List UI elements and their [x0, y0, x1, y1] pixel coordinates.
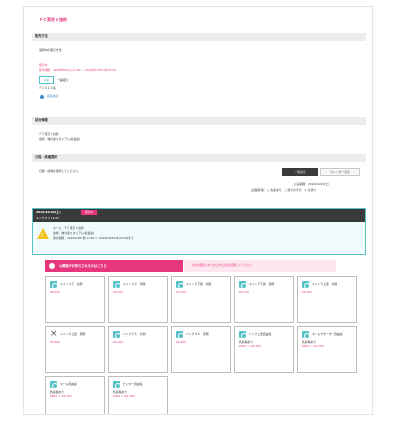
seat-price: ¥4,600 [176, 340, 186, 344]
seat-price: ¥4,700 [239, 290, 249, 294]
available-icon [176, 331, 184, 339]
seat-card[interactable]: × メインＡ上層 南側 ¥5,200 [45, 326, 105, 373]
seat-price: ¥400 ～ ¥2,300 [113, 394, 135, 398]
seat-name: メインＳ上層 北側 [312, 282, 338, 286]
game-line-2: 会場：味の素スタジアム[協会席] [39, 137, 81, 141]
available-icon [113, 331, 121, 339]
available-icon [239, 281, 247, 289]
section-title: 販売方法 [35, 34, 48, 38]
seat-name: メインスラ 南側 [123, 282, 146, 286]
section-title: 日程・席種選択 [35, 155, 58, 159]
select-prompt: 日程・席種を選択してください。 [39, 169, 81, 173]
section-sales-method: 販売方法 [32, 33, 366, 41]
seat-availability-button[interactable]: 公開席がお待ちされるかはこちら [45, 260, 183, 272]
seat-price: ¥5,200 [302, 290, 312, 294]
section-date-select: 日程・席種選択 [32, 154, 366, 162]
seat-name: ホーム自由席 [60, 382, 77, 386]
seat-card[interactable]: メインＳ下層 北側 ¥4,700 [171, 276, 231, 323]
info-icon [49, 263, 55, 269]
ticket-page: ＦＣ東京ｘ協約 販売方法 選択中の販売方法 販売中 受付期間：2016年8/9(… [23, 6, 373, 415]
seat-name: バックＳＡ 北側 [123, 332, 146, 336]
event-time: キックオフ 14:00 [36, 216, 59, 220]
seat-card[interactable]: メインスラ 北側 ¥6,100 [45, 276, 105, 323]
available-icon [50, 381, 58, 389]
available-icon [176, 281, 184, 289]
available-icon [302, 281, 310, 289]
cta-label: 公開席がお待ちされるかはこちら [59, 264, 107, 268]
warning-mark: ! [41, 233, 44, 239]
date-note: 公演期間：2016/10/29(土) [294, 182, 330, 186]
seat-price: ¥400 ～ ¥2,300 [302, 344, 324, 348]
sales-status: 販売中 [39, 63, 48, 67]
calendar-view-button[interactable]: カレンダー表示 [320, 168, 360, 176]
seat-name: メインＡ上層 南側 [60, 332, 86, 336]
cta-note: お席を選択されたお日付でお席を選択してください。 [184, 260, 336, 272]
seat-card[interactable]: ホーム自由席 各席種あり ¥400 ～ ¥2,300 [45, 376, 105, 414]
seat-check-link[interactable]: 座席確認 [47, 94, 58, 98]
seat-price: ¥400 ～ ¥2,300 [50, 394, 72, 398]
event-panel[interactable]: 2016/10/29(土) 発売中 キックオフ 14:00 ! ホーム：ＦＣ東京… [32, 208, 366, 255]
section-game-info: 試合情報 [32, 117, 366, 125]
sold-out-icon: × [50, 329, 58, 339]
sales-method-label: 選択中の販売方法 [39, 48, 62, 52]
availability-legend: [記載情報] ○ 先着あり △ 残りわずか × 売切れ [251, 188, 316, 192]
seat-name: メインスラ 北側 [60, 282, 83, 286]
seat-name: バックＳＡ 南側 [186, 332, 209, 336]
available-icon [113, 381, 121, 389]
seat-name: ホームサポーター自由席 [312, 332, 343, 336]
seat-name: メインＳ下層 北側 [186, 282, 212, 286]
available-icon [113, 281, 121, 289]
on-sale-badge: 発売中 [81, 210, 97, 215]
page-brand: ＦＣ東京ｘ協約 [39, 17, 67, 22]
sales-period: 受付期間：2016年8/9(火)11:00 ～ 2016年10/25(木)23:… [39, 68, 117, 72]
seat-card[interactable]: ビジター自由席 各席種あり ¥400 ～ ¥2,300 [108, 376, 168, 414]
seat-name: ビジター自由席 [123, 382, 143, 386]
seat-price: ¥6,100 [50, 290, 60, 294]
seat-price: ¥4,700 [176, 290, 186, 294]
event-date: 2016/10/29(土) [36, 210, 61, 214]
event-header: 2016/10/29(土) 発売中 キックオフ 14:00 [33, 209, 365, 222]
seat-name: メインＳ下層 南側 [249, 282, 275, 286]
seat-card[interactable]: ホームサポーター自由席 各席種あり ¥400 ～ ¥2,300 [297, 326, 357, 373]
seat-card[interactable]: メインＳ上層 北側 ¥5,200 [297, 276, 357, 323]
event-line-1: ホーム：ＦＣ東京ｘ協約 [53, 226, 84, 230]
available-icon [50, 281, 58, 289]
list-view-button[interactable]: 一覧表示 [282, 168, 318, 176]
seat-card[interactable]: メインＳ下層 南側 ¥4,700 [234, 276, 294, 323]
seat-card[interactable]: メインスラ 南側 ¥6,100 [108, 276, 168, 323]
seat-info-icon [40, 95, 44, 99]
seat-price: ¥6,100 [113, 290, 123, 294]
available-icon [239, 331, 247, 339]
seat-card[interactable]: バックＳＡ 南側 ¥4,600 [171, 326, 231, 373]
event-line-3: 受付期間：2016/9/30(金)11:00 ～ 2016/10/25(木)23… [53, 236, 134, 240]
game-line-1: ＦＣ東京ｘ協約 [39, 132, 59, 136]
available-icon [302, 331, 310, 339]
sales-limit: ＦＣ０１０先 [39, 86, 56, 90]
event-line-2: 会場：味の素スタジアム[協会席] [53, 231, 95, 235]
sales-tag[interactable]: 先着 [39, 76, 54, 84]
seat-price: ¥5,200 [113, 340, 123, 344]
seat-card[interactable]: バック上層自由席 各席種あり ¥400 ～ ¥2,300 [234, 326, 294, 373]
seat-card[interactable]: バックＳＡ 北側 ¥5,200 [108, 326, 168, 373]
section-title: 試合情報 [35, 118, 48, 122]
seat-name: バック上層自由席 [249, 332, 272, 336]
sales-tag-note: 一般販売 [57, 78, 69, 82]
seat-price: ¥400 ～ ¥2,300 [239, 344, 261, 348]
seat-price: ¥5,200 [50, 340, 60, 344]
